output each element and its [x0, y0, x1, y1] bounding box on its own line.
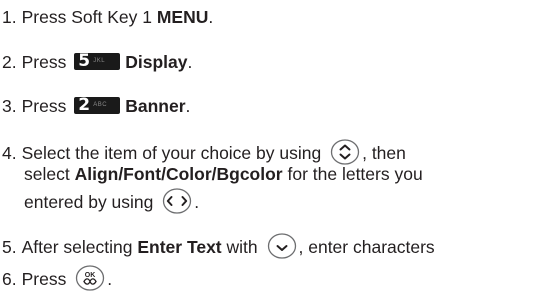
step-5: 5. After selecting Enter Text with , ente…	[2, 233, 435, 264]
step-number: 2.	[2, 52, 17, 72]
step-4-continued: entered by using .	[24, 188, 199, 219]
navigation-left-right-icon	[162, 188, 192, 219]
step-emphasis: Enter Text	[137, 237, 222, 257]
instruction-list: 1. Press Soft Key 1 MENU. 2. Press 5 JKL Dis…	[0, 0, 538, 291]
step-number: 1.	[2, 7, 17, 27]
step-text: Select the item of your choice by using	[21, 143, 322, 163]
step-3: 3. Press 2 ABC Banner.	[2, 95, 191, 116]
step-text: After selecting	[21, 237, 138, 257]
keypad-5-jkl-icon: 5 JKL	[74, 51, 121, 71]
ok-key-icon: OK	[75, 265, 105, 296]
ok-key-label: OK	[85, 272, 96, 279]
step-2: 2. Press 5 JKL Display.	[2, 51, 193, 72]
step-number: 6.	[2, 269, 17, 289]
step-4-continued: select Align/Font/Color/Bgcolor for the …	[24, 164, 423, 184]
step-emphasis: Banner	[125, 96, 186, 116]
step-number: 5.	[2, 237, 17, 257]
step-emphasis: MENU	[156, 7, 209, 27]
step-text: Press	[21, 269, 67, 289]
step-text: Press	[21, 96, 67, 116]
step-emphasis: Align/Font/Color/Bgcolor	[74, 164, 283, 184]
keypad-2-abc-icon: 2 ABC	[74, 95, 121, 115]
step-text: Press	[21, 52, 67, 72]
step-number: 3.	[2, 96, 17, 116]
step-emphasis: Display	[125, 52, 188, 72]
step-6: 6. Press OK .	[2, 265, 112, 296]
step-text: Press Soft Key 1	[21, 7, 157, 27]
step-number: 4.	[2, 143, 17, 163]
step-1: 1. Press Soft Key 1 MENU.	[2, 7, 214, 27]
navigation-down-icon	[267, 233, 297, 264]
